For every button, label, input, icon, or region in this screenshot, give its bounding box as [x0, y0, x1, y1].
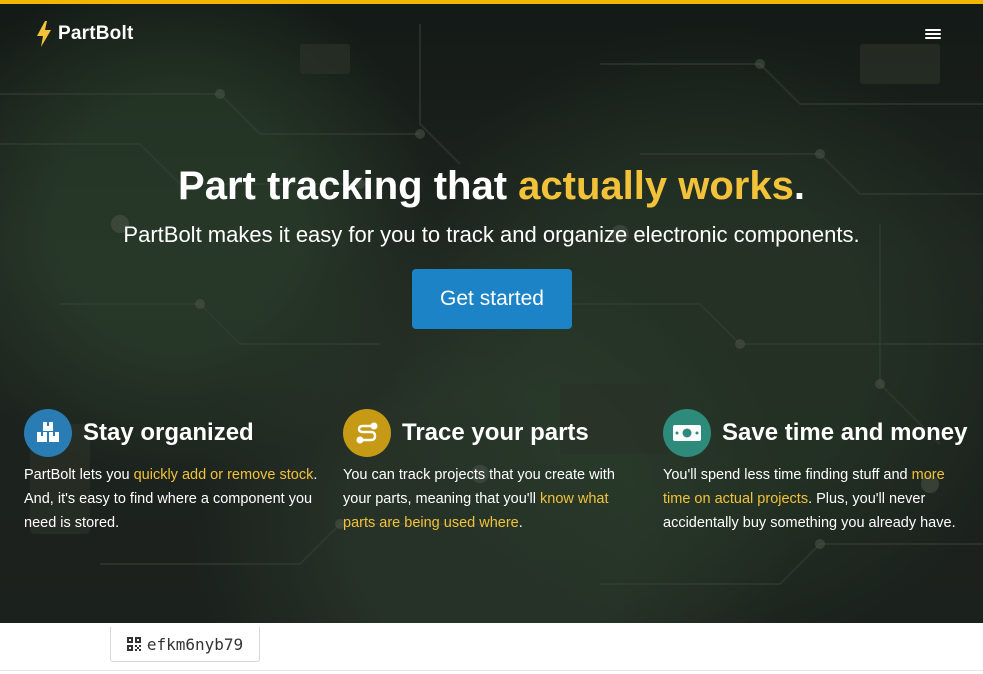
brand-name: PartBolt: [58, 23, 134, 44]
get-started-button[interactable]: Get started: [412, 269, 572, 329]
part-code-chip[interactable]: efkm6nyb79: [110, 627, 260, 662]
feature-title: Trace your parts: [402, 419, 589, 446]
headline-start: Part tracking that: [178, 164, 519, 208]
divider: [0, 670, 983, 671]
feature-trace-parts: Trace your parts You can track projects …: [343, 409, 633, 535]
hamburger-menu-icon[interactable]: [925, 28, 941, 40]
bolt-icon: [37, 21, 51, 47]
feature-link[interactable]: quickly add or remove stock: [134, 467, 314, 483]
feature-text: You'll spend less time finding stuff and: [663, 467, 912, 483]
brand-logo[interactable]: PartBolt: [36, 21, 134, 47]
feature-title: Stay organized: [83, 419, 254, 446]
headline-accent: actually works: [518, 164, 794, 208]
route-icon: [343, 409, 391, 457]
feature-description: You'll spend less time finding stuff and…: [663, 463, 963, 535]
feature-text: PartBolt lets you: [24, 467, 134, 483]
headline-end: .: [793, 164, 805, 208]
feature-save-time-money: Save time and money You'll spend less ti…: [663, 409, 967, 535]
feature-description: You can track projects that you create w…: [343, 463, 633, 535]
qr-code-icon: [126, 637, 141, 651]
feature-description: PartBolt lets you quickly add or remove …: [24, 463, 324, 535]
boxes-icon: [24, 409, 72, 457]
feature-title: Save time and money: [722, 419, 968, 446]
header-bar: PartBolt: [0, 8, 983, 60]
part-code: efkm6nyb79: [146, 634, 244, 654]
money-bill-icon: [663, 409, 711, 457]
hero-headline: Part tracking that actually works.: [0, 164, 983, 209]
hero-subheadline: PartBolt makes it easy for you to track …: [123, 222, 860, 247]
feature-text: .: [518, 515, 523, 531]
feature-stay-organized: Stay organized PartBolt lets you quickly…: [24, 409, 324, 535]
